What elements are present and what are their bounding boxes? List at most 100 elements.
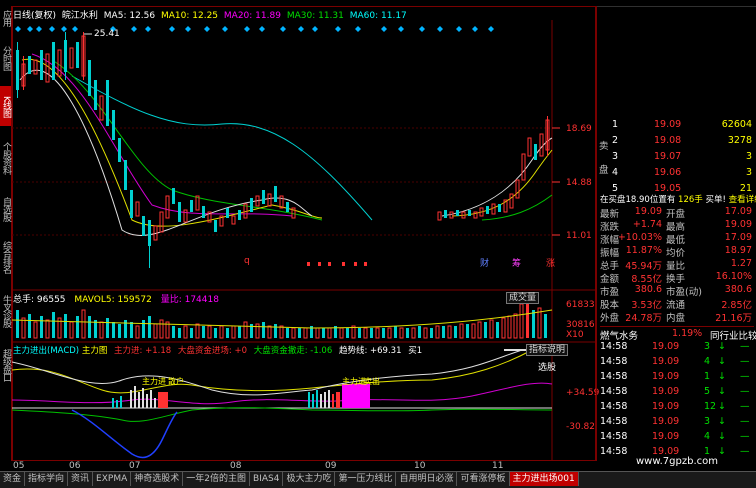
quote-value: 24.78万	[625, 313, 662, 324]
order-book-row[interactable]: 4 19.06 3	[612, 167, 754, 178]
order-price: 19.09	[654, 119, 682, 130]
volume-axis-2: 30816	[566, 320, 595, 330]
tick-volume: 4	[704, 431, 711, 442]
quote-row: 外盘 24.78万 内盘 21.16万	[600, 310, 754, 324]
nav-tab-diagnosis[interactable]: 牛叉诊股	[0, 286, 11, 336]
quote-value: 3.53亿	[631, 300, 662, 311]
indicator-help-button[interactable]: 指标说明	[526, 344, 569, 356]
tick-volume: 4	[704, 356, 711, 367]
tick-time: 14:58	[600, 446, 628, 457]
tab-news[interactable]: 资讯	[68, 472, 94, 486]
order-book-row[interactable]: 1 19.09 62604	[612, 119, 754, 130]
tab-expma[interactable]: EXPMA	[93, 472, 132, 486]
order-book-row[interactable]: 3 19.07 3	[612, 151, 754, 162]
tick-volume: 3	[704, 416, 711, 427]
indicator-title[interactable]: 主力进出(MACD)	[13, 346, 79, 356]
quote-value-2: 380.6	[724, 284, 752, 295]
order-book-row[interactable]: 2 19.08 3278	[612, 135, 754, 146]
quote-value-2: 2.85亿	[721, 300, 752, 311]
price-axis-3: 11.01	[566, 231, 592, 241]
x-tick: 09	[325, 461, 337, 471]
quote-label-2: 最高	[666, 222, 686, 233]
nav-tab-kline[interactable]: K线图	[0, 86, 11, 126]
sector-row[interactable]: 燃气水务 1.19% 同行业比较	[600, 326, 756, 342]
indicator-bars-1	[112, 386, 168, 408]
indicator-axis-1: +34.59	[566, 388, 600, 398]
tab-pressure-line[interactable]: 第一压力线比	[335, 472, 397, 486]
indicator-market-out: 大盘资金撤走: -1.06	[253, 346, 333, 356]
order-alert[interactable]: 在买盘18.90位置有 126手 买单! 查看详细	[600, 193, 756, 205]
ma-info-bar: 日线(复权) 皖江水利 MA5: 12.56 MA10: 12.25 MA20:…	[13, 8, 433, 21]
panel-label: 盘	[599, 165, 609, 176]
quote-value: +1.74	[632, 219, 662, 230]
chart-svg	[12, 20, 596, 460]
tab-capital[interactable]: 资金	[0, 472, 26, 486]
nav-tab-apps[interactable]: 应用	[0, 6, 11, 30]
tick-row: 14:58 19.09 3 ↓ —	[600, 341, 754, 352]
quote-value-2: 21.16万	[715, 313, 752, 324]
nav-tab-super-panel[interactable]: 超级盘口	[0, 340, 11, 390]
order-level: 1	[612, 119, 619, 130]
tab-magic-picker[interactable]: 神奇选股术	[131, 472, 184, 486]
tick-volume: 3	[704, 341, 711, 352]
tick-row: 14:58 19.09 12 ↓ —	[600, 401, 754, 412]
chips-marker[interactable]: 筹	[512, 256, 521, 269]
tab-limit-up[interactable]: 可看涨停板	[457, 472, 510, 486]
nav-tab-intraday[interactable]: 分时图	[0, 34, 11, 82]
quote-value-2: 17.09	[724, 206, 752, 217]
quote-row: 市盈 380.6 市盈(动) 380.6	[600, 284, 754, 298]
tick-volume: 12	[704, 401, 717, 412]
tick-dash-icon: —	[740, 416, 750, 427]
marker-row	[307, 262, 367, 266]
tick-time: 14:58	[600, 416, 628, 427]
ma20-line	[31, 53, 293, 217]
tick-volume: 1	[704, 371, 711, 382]
choose-stock-label[interactable]: 选股	[538, 360, 556, 373]
volume-menu-button[interactable]: 成交量	[506, 292, 540, 304]
main-in-tag-2: 主力进	[342, 377, 366, 386]
order-level: 2	[612, 135, 619, 146]
nav-tab-ranking[interactable]: 综合排名	[0, 232, 11, 282]
quote-label-2: 市盈(动)	[666, 287, 702, 298]
x-tick: 06	[69, 461, 81, 471]
arrow-down-icon: ↓	[718, 401, 726, 412]
order-level: 4	[612, 167, 619, 178]
tick-price: 19.09	[652, 356, 680, 367]
tab-bias4[interactable]: BIAS4	[250, 472, 284, 486]
quote-value: 45.94万	[625, 261, 662, 272]
price-axis-1: 18.69	[566, 124, 592, 134]
tab-indicator-study[interactable]: 指标学向	[25, 472, 69, 486]
limit-up-marker[interactable]: 涨	[546, 256, 555, 269]
quote-row: 金额 8.55亿 换手 16.10%	[600, 271, 754, 285]
sector-compare-link[interactable]: 同行业比较	[710, 328, 756, 342]
bottom-tabbar: 资金 指标学向 资讯 EXPMA 神奇选股术 一年2倍的主图 BIAS4 极大主力吃 第一压力线…	[0, 471, 756, 488]
quote-value: 8.55亿	[631, 274, 662, 285]
tick-row: 14:58 19.09 4 ↓ —	[600, 431, 754, 442]
tick-dash-icon: —	[740, 341, 750, 352]
arrow-down-icon: ↓	[718, 371, 726, 382]
quote-value-2: 1.27	[730, 258, 752, 269]
volume-bars	[16, 300, 547, 339]
volume-axis-1: 61833	[566, 300, 595, 310]
watermark: www.7gpzb.com	[636, 456, 718, 467]
tab-tomorrow[interactable]: 自用明日必涨	[396, 472, 458, 486]
finance-marker[interactable]: 财	[480, 256, 489, 269]
tick-price: 19.09	[652, 371, 680, 382]
indicator-yellow-line	[12, 349, 552, 394]
quote-value-2: 17.09	[724, 232, 752, 243]
order-alert-detail[interactable]: 查看详细	[729, 195, 756, 205]
quote-row: 股本 3.53亿 流通 2.85亿	[600, 297, 754, 311]
nav-tab-stock-info[interactable]: 个股资料	[0, 130, 11, 186]
tick-price: 19.09	[652, 386, 680, 397]
volume-header: 总手: 96555 MAVOL5: 159572 量比: 174418	[13, 292, 219, 305]
tab-main-force-entry[interactable]: 主力进出场001	[509, 472, 579, 486]
order-alert-type: 买单!	[705, 195, 726, 205]
quote-row: 振幅 11.87% 均价 18.97	[600, 245, 754, 259]
q-marker: q	[244, 256, 250, 266]
tab-main-chart[interactable]: 一年2倍的主图	[183, 472, 250, 486]
tab-main-force[interactable]: 极大主力吃	[283, 472, 336, 486]
quote-label-2: 量比	[666, 261, 686, 272]
tick-volume: 5	[704, 386, 711, 397]
nav-tab-watchlist[interactable]: 自选股	[0, 190, 11, 228]
quote-label-2: 开盘	[666, 209, 686, 220]
